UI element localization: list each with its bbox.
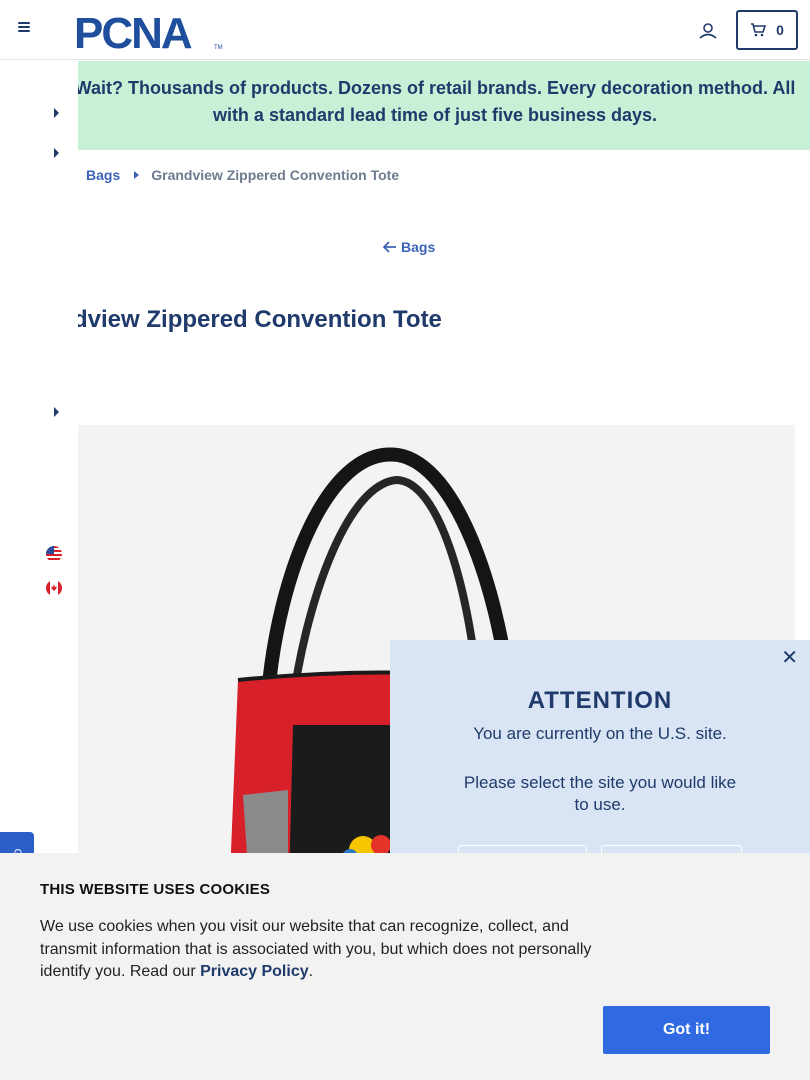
- back-link-label: Bags: [401, 239, 436, 255]
- cart-icon: [751, 23, 767, 37]
- svg-text:TM: TM: [214, 45, 223, 51]
- modal-select-prompt: Please select the site you would like to…: [463, 773, 737, 814]
- promo-banner: Wait? Thousands of products. Dozens of r…: [60, 61, 810, 150]
- pcna-logo[interactable]: PCNA TM: [74, 8, 224, 52]
- cart-count: 0: [776, 22, 784, 38]
- svg-text:PCNA: PCNA: [74, 9, 192, 52]
- site-header: PCNA TM 0: [0, 0, 810, 60]
- privacy-policy-link[interactable]: Privacy Policy: [200, 963, 309, 980]
- cookie-accept-button[interactable]: Got it!: [603, 1006, 770, 1054]
- product-title: dview Zippered Convention Tote: [73, 306, 442, 333]
- promo-banner-text: Wait? Thousands of products. Dozens of r…: [74, 78, 796, 125]
- expand-caret-icon[interactable]: [54, 148, 59, 158]
- modal-current-site-text: You are currently on the U.S. site.: [473, 724, 727, 743]
- cookie-text-period: .: [308, 963, 314, 980]
- breadcrumb: Bags Grandview Zippered Convention Tote: [86, 167, 399, 183]
- close-icon[interactable]: ✕: [781, 648, 798, 668]
- cookie-text: We use cookies when you visit our websit…: [40, 916, 610, 984]
- canada-flag-icon[interactable]: [46, 580, 62, 596]
- breadcrumb-current: Grandview Zippered Convention Tote: [151, 167, 400, 183]
- back-to-bags-link[interactable]: Bags: [383, 239, 435, 255]
- breadcrumb-separator-icon: [134, 171, 140, 179]
- cookie-text-body: We use cookies when you visit our websit…: [40, 918, 592, 980]
- us-flag-icon[interactable]: [46, 546, 62, 562]
- breadcrumb-bags-link[interactable]: Bags: [86, 167, 120, 183]
- cart-button[interactable]: 0: [736, 10, 798, 50]
- account-icon[interactable]: [697, 20, 719, 42]
- arrow-left-icon: [383, 241, 396, 253]
- expand-caret-icon[interactable]: [54, 407, 59, 417]
- cookie-banner: THIS WEBSITE USES COOKIES We use cookies…: [0, 853, 810, 1080]
- modal-title: ATTENTION: [527, 687, 673, 714]
- page: PCNA TM 0 Wait? Thousands of products. D…: [0, 0, 810, 1080]
- cookie-title: THIS WEBSITE USES COOKIES: [40, 881, 271, 898]
- expand-caret-icon[interactable]: [54, 108, 59, 118]
- menu-icon[interactable]: [18, 20, 38, 40]
